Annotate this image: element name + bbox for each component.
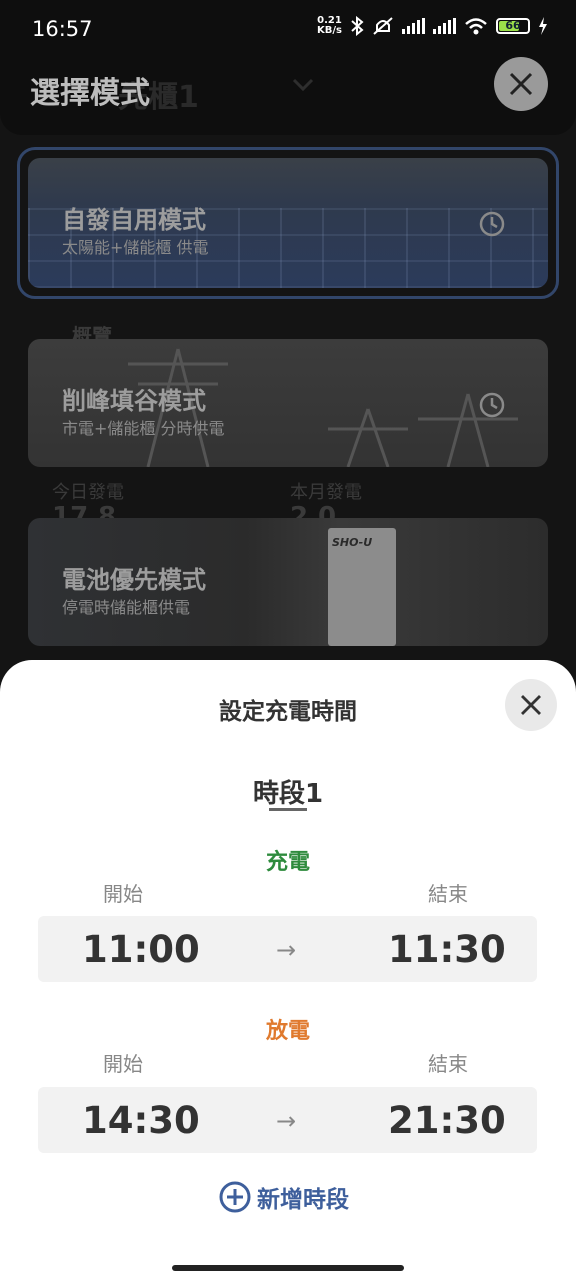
discharge-start-label: 開始: [103, 1052, 143, 1076]
battery-cabinet-image: SHO-U: [328, 528, 396, 646]
status-bar: 16:57 0.21 KB/s 66: [0, 0, 576, 60]
charge-start-label: 開始: [103, 882, 143, 906]
home-indicator[interactable]: [172, 1265, 404, 1271]
battery-level: 66: [505, 19, 521, 32]
add-period-label: 新增時段: [257, 1187, 349, 1213]
arrow-right-icon: →: [276, 936, 297, 964]
net-speed-unit: KB/s: [317, 25, 342, 36]
add-period-button[interactable]: 新增時段: [219, 1180, 349, 1214]
sheet-title: 設定充電時間: [219, 699, 357, 725]
clock-icon: [479, 211, 505, 237]
close-sheet-button[interactable]: [505, 679, 557, 731]
clock-icon: [479, 392, 505, 418]
period-tab[interactable]: 時段1: [0, 773, 576, 810]
discharge-time-row: 14:30 → 21:30: [38, 1087, 537, 1153]
charge-time-bottom-sheet: 設定充電時間 時段1 充電 開始 結束 11:00 → 11:30 放電 開始 …: [0, 660, 576, 1280]
period-tab-underline: [269, 808, 307, 811]
card-subtitle: 停電時儲能櫃供電: [62, 598, 191, 617]
discharge-label: 放電: [265, 1019, 310, 1044]
network-speed: 0.21 KB/s: [317, 16, 342, 36]
wifi-icon: [465, 18, 487, 35]
signal-icon-2: [433, 18, 456, 34]
card-subtitle: 市電+儲能櫃 分時供電: [62, 419, 225, 438]
arrow-right-icon: →: [276, 1107, 297, 1135]
battery-icon: 66: [496, 18, 530, 34]
card-subtitle: 太陽能+儲能櫃 供電: [62, 238, 209, 257]
charge-label: 充電: [265, 850, 310, 875]
page-title: 選擇模式: [30, 76, 150, 111]
chevron-down-icon: [292, 78, 314, 92]
charging-bolt-icon: [539, 17, 547, 35]
card-title: 電池優先模式: [62, 566, 206, 594]
stat-month-label: 本月發電: [290, 482, 362, 503]
mode-card-peak-shaving[interactable]: 削峰填谷模式 市電+儲能櫃 分時供電: [28, 339, 548, 467]
card-title: 削峰填谷模式: [62, 387, 206, 415]
stat-today-label: 今日發電: [52, 482, 124, 503]
close-mode-selector-button[interactable]: [494, 57, 548, 111]
signal-icon-1: [402, 18, 425, 34]
discharge-end-label: 結束: [428, 1052, 468, 1076]
mode-card-battery-priority[interactable]: SHO-U 電池優先模式 停電時儲能櫃供電: [28, 518, 548, 646]
status-time: 16:57: [32, 17, 93, 41]
charge-end-label: 結束: [428, 882, 468, 906]
close-icon: [521, 695, 541, 715]
discharge-end-time[interactable]: 21:30: [388, 1099, 506, 1142]
plus-circle-icon: [219, 1181, 251, 1213]
close-icon: [509, 72, 533, 96]
mode-card-self-use[interactable]: 自發自用模式 太陽能+儲能櫃 供電: [28, 158, 548, 288]
status-icons: 0.21 KB/s 66: [317, 16, 548, 36]
charge-end-time[interactable]: 11:30: [388, 928, 506, 971]
bluetooth-icon: [351, 16, 364, 36]
mute-bell-icon: [373, 17, 393, 35]
device-logo: SHO-U: [332, 536, 373, 549]
charge-time-row: 11:00 → 11:30: [38, 916, 537, 982]
charge-start-time[interactable]: 11:00: [82, 928, 200, 971]
card-title: 自發自用模式: [62, 206, 206, 234]
discharge-start-time[interactable]: 14:30: [82, 1099, 200, 1142]
